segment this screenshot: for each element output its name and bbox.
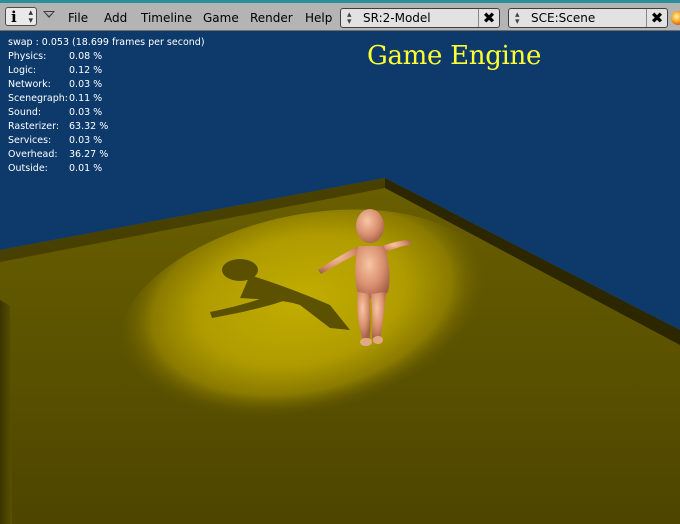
menu-file[interactable]: File xyxy=(68,11,88,25)
info-i-icon: i xyxy=(11,8,17,26)
menu-collapse-triangle-icon[interactable] xyxy=(43,11,55,18)
scene-selector[interactable]: ▴ ▾ SCE:Scene ✖ xyxy=(508,8,668,28)
header-bar: i ▴ ▾ File Add Timeline Game Render Help … xyxy=(0,3,680,31)
scene-name-field[interactable]: SCE:Scene xyxy=(531,11,595,25)
viewport-title: Game Engine xyxy=(367,41,542,71)
menu-add[interactable]: Add xyxy=(104,11,127,25)
menu-render[interactable]: Render xyxy=(250,11,293,25)
scene-browse-icon[interactable]: ▴ ▾ xyxy=(515,11,520,27)
screen-selector[interactable]: ▴ ▾ SR:2-Model ✖ xyxy=(340,8,500,28)
menu-help[interactable]: Help xyxy=(305,11,332,25)
screen-delete-icon[interactable]: ✖ xyxy=(478,9,499,27)
menu-game[interactable]: Game xyxy=(203,11,239,25)
screen-browse-icon[interactable]: ▴ ▾ xyxy=(347,11,352,27)
scene-delete-icon[interactable]: ✖ xyxy=(646,9,667,27)
blender-logo-icon xyxy=(671,11,680,25)
window-type-button[interactable]: i ▴ ▾ xyxy=(5,7,37,26)
screen-name-field[interactable]: SR:2-Model xyxy=(363,11,431,25)
up-down-arrows-icon: ▴ ▾ xyxy=(28,8,33,26)
menu-timeline[interactable]: Timeline xyxy=(141,11,192,25)
